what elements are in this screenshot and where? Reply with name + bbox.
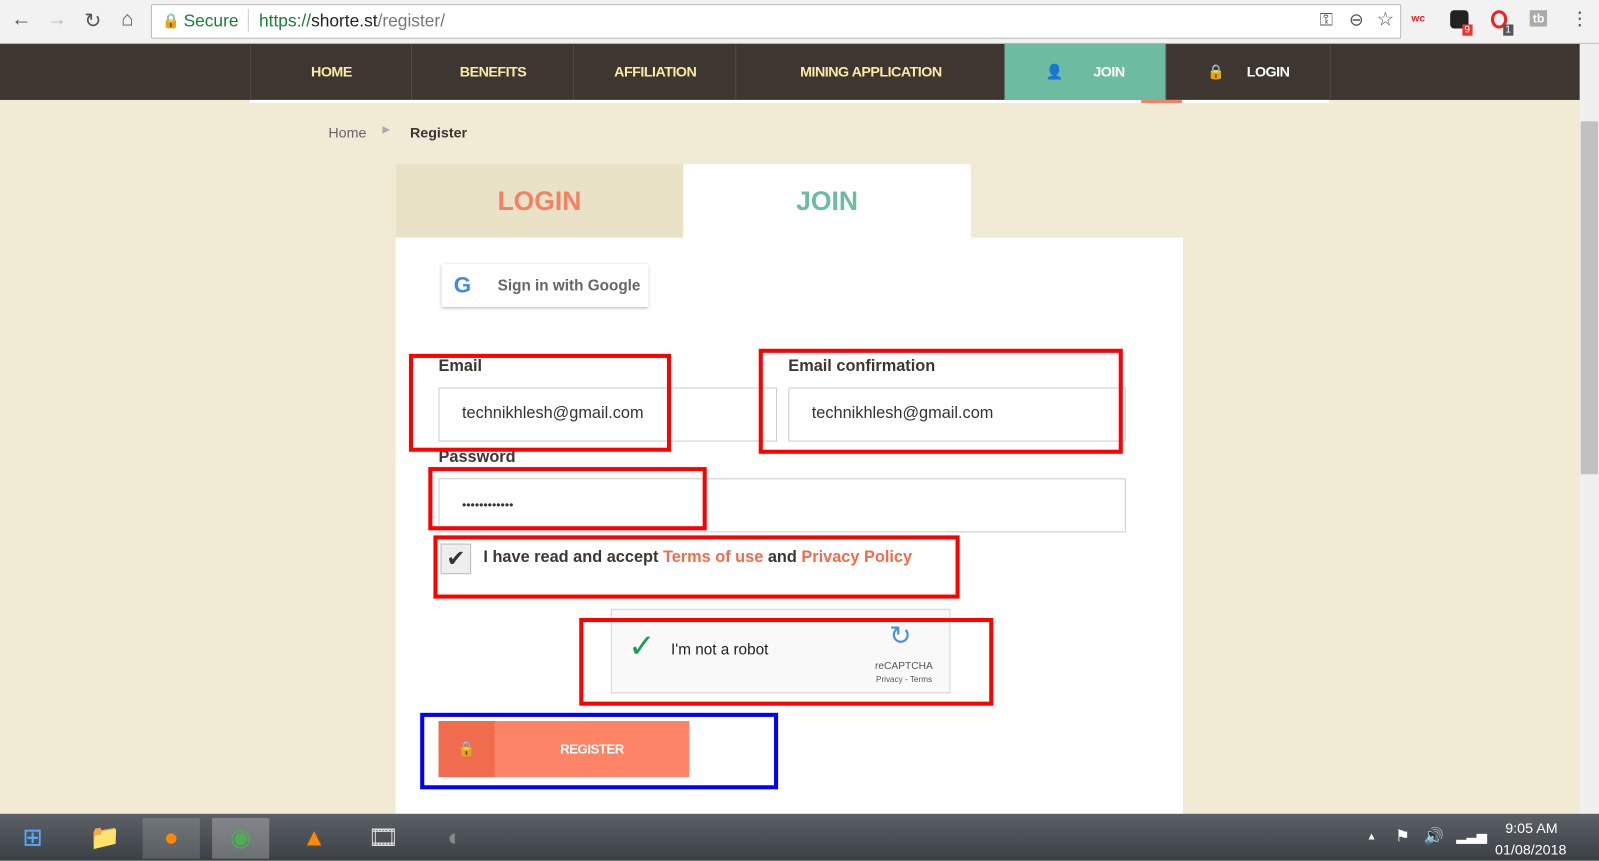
nav-indicator <box>1141 99 1182 103</box>
network-icon[interactable]: ▂▃▅ <box>1456 828 1487 844</box>
wc-extension-icon[interactable]: wc <box>1411 13 1425 24</box>
annotation-box <box>420 712 779 790</box>
file-explorer-icon[interactable]: 📁 <box>76 818 133 859</box>
nav-login[interactable]: 🔒 LOGIN <box>1165 43 1331 100</box>
browser-toolbar: ← → ↻ ⌂ 🔒 Secure https://shorte.st/regis… <box>0 0 1599 44</box>
tab-login[interactable]: LOGIN <box>395 164 684 238</box>
firefox-icon[interactable]: ● <box>142 817 200 859</box>
nav-affiliation[interactable]: AFFILIATION <box>573 43 736 100</box>
site-nav: HOME BENEFITS AFFILIATION MINING APPLICA… <box>0 43 1599 100</box>
scrollbar-thumb[interactable] <box>1580 121 1599 475</box>
clock-time[interactable]: 9:05 AM <box>1505 820 1557 836</box>
nav-mining-application[interactable]: MINING APPLICATION <box>735 43 1005 100</box>
breadcrumb-home[interactable]: Home <box>328 124 366 140</box>
reload-icon[interactable]: ↻ <box>80 8 107 33</box>
nav-home[interactable]: HOME <box>249 43 412 100</box>
tray-expand-icon[interactable]: ▲ <box>1367 831 1377 842</box>
annotation-box <box>758 348 1123 454</box>
annotation-box <box>433 535 960 599</box>
divider <box>247 9 249 32</box>
flag-icon[interactable]: ⚑ <box>1395 826 1410 846</box>
breadcrumb-separator-icon: ▶ <box>382 124 391 136</box>
zoom-icon[interactable]: ⊖ <box>1349 10 1364 30</box>
lock-icon: 🔒 <box>1207 63 1225 80</box>
url[interactable]: https://shorte.st/register/ <box>259 11 445 31</box>
add-user-icon: 👤 <box>1045 63 1063 80</box>
annotation-box <box>408 353 672 452</box>
app-icon[interactable]: ◐ <box>426 818 483 859</box>
menu-icon[interactable]: ⋮ <box>1570 8 1588 29</box>
star-icon[interactable]: ☆ <box>1377 8 1394 31</box>
google-signin-button[interactable]: G Sign in with Google <box>441 264 649 307</box>
annotation-box <box>579 617 994 706</box>
nav-benefits[interactable]: BENEFITS <box>410 43 574 100</box>
breadcrumb-current: Register <box>409 124 468 141</box>
nav-join[interactable]: 👤 JOIN <box>1004 43 1166 100</box>
clock-date[interactable]: 01/08/2018 <box>1495 841 1566 857</box>
home-icon[interactable]: ⌂ <box>114 8 141 31</box>
annotation-box <box>428 467 707 531</box>
volume-icon[interactable]: 🔊 <box>1424 826 1444 846</box>
forward-icon[interactable]: → <box>44 8 71 31</box>
lock-icon: 🔒 <box>162 12 180 29</box>
secure-label: Secure <box>183 11 239 31</box>
tab-join[interactable]: JOIN <box>683 164 971 238</box>
address-bar[interactable]: 🔒 Secure https://shorte.st/register/ ⚿ ⊖… <box>150 4 1402 39</box>
scrollbar[interactable] <box>1579 43 1599 814</box>
chrome-icon[interactable]: ◉ <box>212 817 270 859</box>
back-icon[interactable]: ← <box>8 8 35 31</box>
tb-extension-icon[interactable]: tb <box>1529 10 1548 27</box>
start-button[interactable]: ⊞ <box>6 818 59 859</box>
extension-badge: 1 <box>1503 24 1513 36</box>
key-icon[interactable]: ⚿ <box>1320 10 1333 30</box>
vlc-icon[interactable]: ▲ <box>286 818 343 859</box>
google-icon: G <box>453 272 472 298</box>
extension-badge: 9 <box>1462 24 1473 36</box>
movie-maker-icon[interactable]: 🎞 <box>355 818 412 859</box>
